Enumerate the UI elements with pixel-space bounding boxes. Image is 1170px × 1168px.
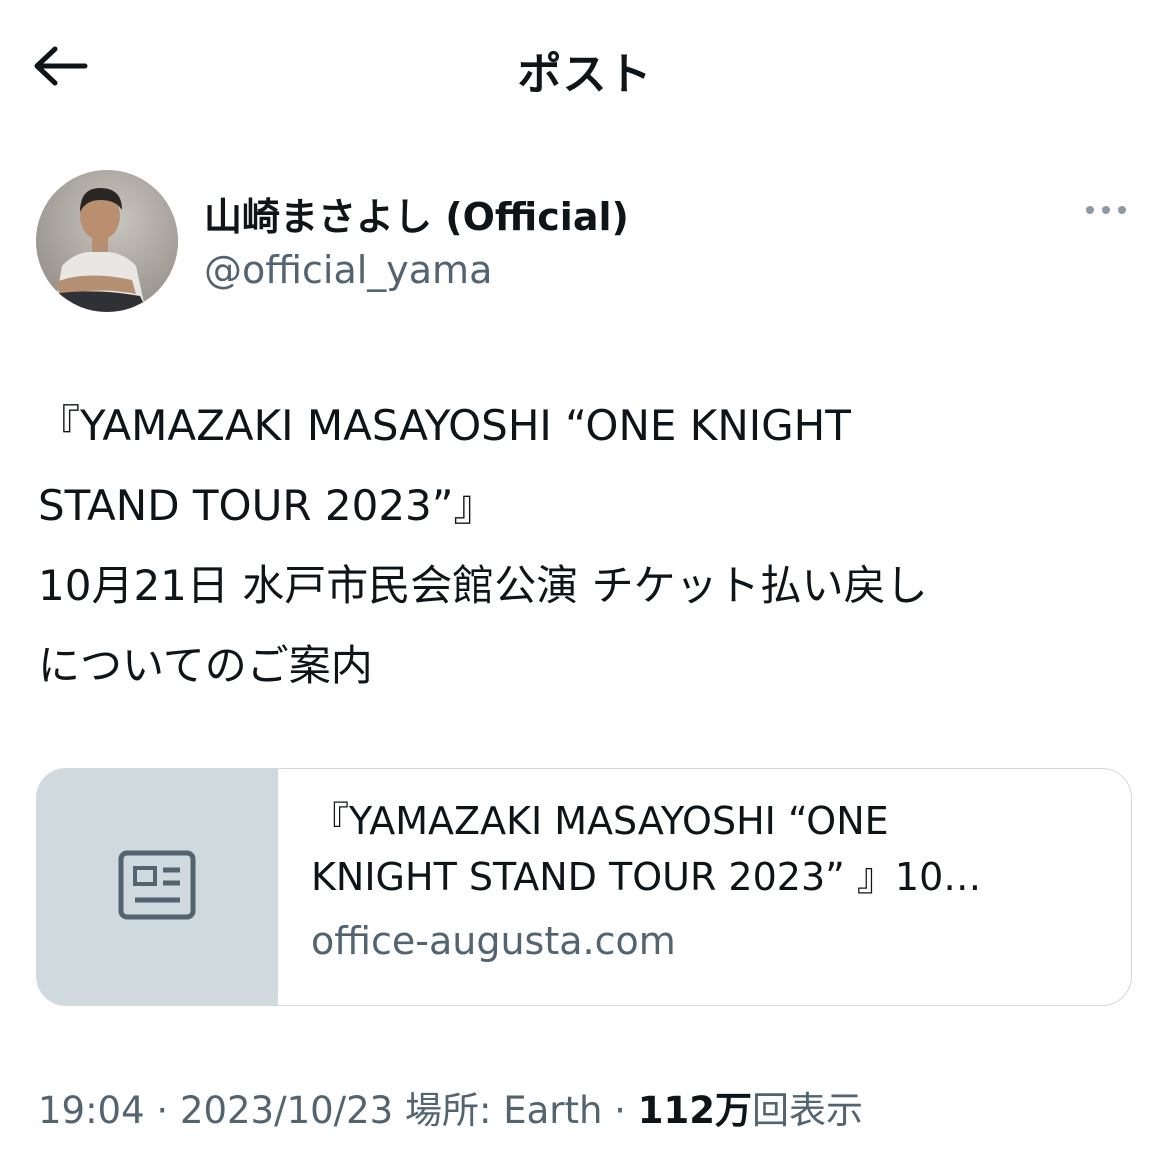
- views-label: 回表示: [751, 1089, 863, 1132]
- link-preview-card[interactable]: 『YAMAZAKI MASAYOSHI “ONE KNIGHT STAND TO…: [36, 768, 1132, 1006]
- post-text-line: 10月21日 水戸市民会館公演 チケット払い戻し: [38, 561, 928, 610]
- post-date[interactable]: 2023/10/23: [180, 1089, 393, 1132]
- more-horizontal-icon: [1084, 201, 1128, 220]
- news-article-icon: [118, 850, 196, 924]
- meta-separator: ·: [144, 1089, 180, 1132]
- author-display-name[interactable]: 山崎まさよし (Official): [204, 186, 629, 241]
- divider: [277, 769, 278, 1005]
- page-title: ポスト: [517, 49, 653, 100]
- post-text-line: STAND TOUR 2023”』: [38, 481, 496, 530]
- post-text: 『YAMAZAKI MASAYOSHI “ONE KNIGHT STAND TO…: [38, 386, 1128, 706]
- link-card-title-line: 『YAMAZAKI MASAYOSHI “ONE: [311, 799, 889, 843]
- views-count: 112万: [637, 1089, 752, 1132]
- top-bar: ポスト: [0, 0, 1170, 136]
- post-location: 場所: Earth: [404, 1089, 603, 1132]
- link-card-domain: office-augusta.com: [311, 919, 676, 963]
- avatar-photo: [36, 170, 178, 312]
- post-text-line: 『YAMAZAKI MASAYOSHI “ONE KNIGHT: [38, 401, 851, 450]
- more-options-button[interactable]: [1078, 192, 1134, 228]
- link-card-thumbnail: [37, 769, 277, 1005]
- post-text-line: についてのご案内: [38, 641, 373, 690]
- author-handle[interactable]: @official_yama: [204, 248, 492, 292]
- link-card-title-line: KNIGHT STAND TOUR 2023” 』10…: [311, 855, 982, 899]
- link-card-title: 『YAMAZAKI MASAYOSHI “ONE KNIGHT STAND TO…: [311, 793, 1101, 905]
- meta-separator: ·: [602, 1089, 638, 1132]
- post-meta: 19:04 · 2023/10/23 場所: Earth · 112万回表示: [38, 1080, 863, 1134]
- post-time[interactable]: 19:04: [38, 1089, 145, 1132]
- avatar[interactable]: [36, 170, 178, 312]
